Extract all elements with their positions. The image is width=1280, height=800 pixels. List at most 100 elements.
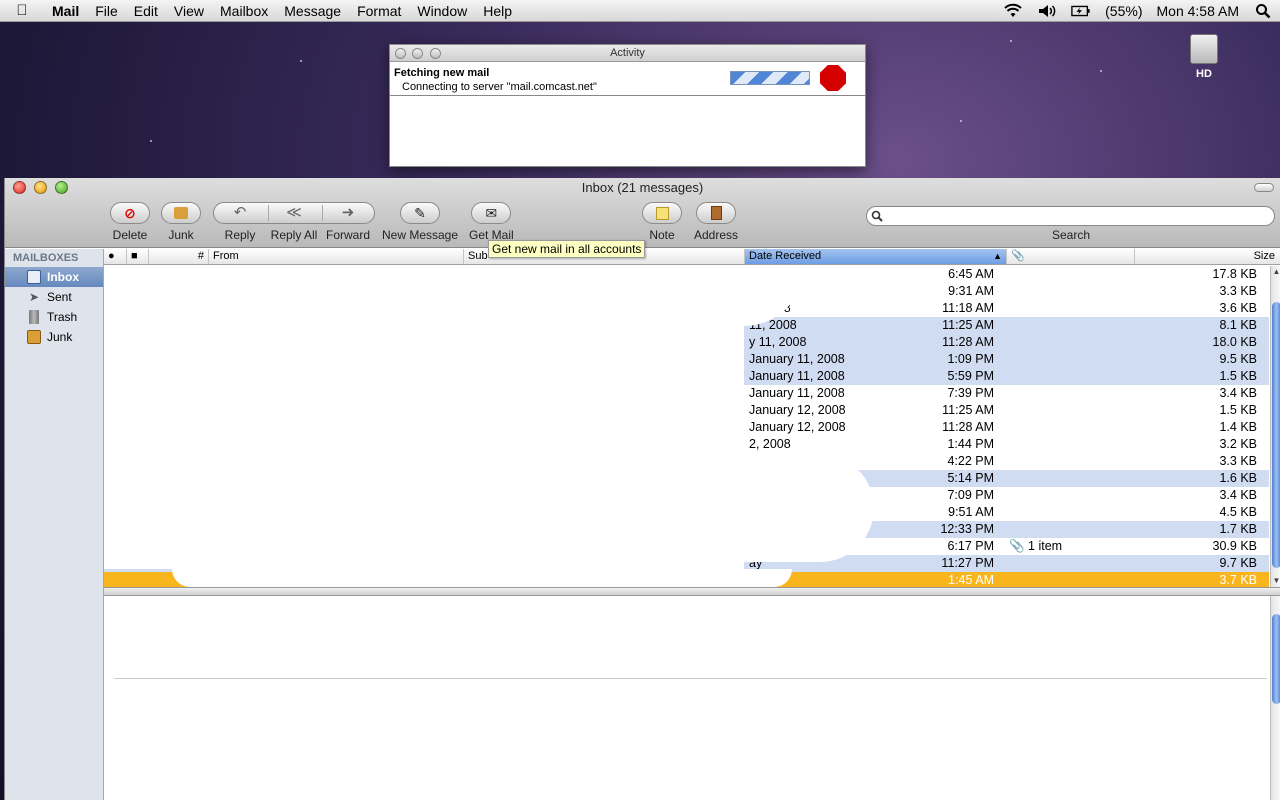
redaction-overlay (104, 266, 744, 569)
activity-divider (390, 95, 865, 96)
column-number[interactable]: # (148, 249, 208, 264)
menu-bar:  Mail File Edit View Mailbox Message Fo… (0, 0, 1280, 22)
activity-task-title: Fetching new mail (394, 67, 490, 79)
envelope-icon: ✉ (485, 204, 498, 221)
scroll-thumb[interactable] (1272, 302, 1280, 568)
stop-icon[interactable] (820, 65, 846, 91)
menu-help[interactable]: Help (475, 0, 520, 22)
search-label: Search (1052, 228, 1091, 242)
reply-button[interactable]: ↶ Reply (213, 202, 267, 242)
activity-minimize-button[interactable] (412, 48, 423, 59)
sidebar-item-label: Junk (47, 330, 73, 344)
activity-close-button[interactable] (395, 48, 406, 59)
sidebar-item-sent[interactable]: ➤ Sent (5, 287, 103, 307)
row-size: 17.8 KB (1212, 267, 1257, 281)
row-time: 7:09 PM (947, 488, 994, 502)
forward-label: Forward (325, 228, 370, 242)
menu-mailbox[interactable]: Mailbox (212, 0, 276, 22)
message-preview (104, 596, 1280, 800)
apple-icon[interactable]:  (0, 2, 44, 19)
preview-scroll-thumb[interactable] (1272, 614, 1280, 704)
toolbar-toggle-button[interactable] (1254, 183, 1274, 192)
junk-button[interactable]: Junk (161, 202, 201, 242)
menu-view[interactable]: View (166, 0, 212, 22)
reply-all-arrow-icon: ≪ (286, 204, 302, 221)
row-time: 11:25 AM (942, 403, 994, 417)
sidebar-item-junk[interactable]: Junk (5, 327, 103, 347)
note-icon (655, 206, 669, 220)
get-mail-tooltip: Get new mail in all accounts (488, 240, 646, 258)
get-mail-button[interactable]: ✉ Get Mail (469, 202, 514, 242)
desktop-star (960, 120, 962, 122)
row-size: 1.4 KB (1219, 420, 1257, 434)
note-label: Note (649, 228, 675, 242)
junk-icon (27, 330, 41, 344)
note-button[interactable]: Note (642, 202, 682, 242)
battery-percent: (55%) (1105, 2, 1143, 19)
row-size: 8.1 KB (1219, 318, 1257, 332)
row-time: 9:31 AM (948, 284, 994, 298)
scroll-down-arrow-icon[interactable]: ▼ (1272, 576, 1280, 586)
activity-titlebar[interactable]: Activity (390, 45, 865, 62)
column-date-received[interactable]: Date Received ▲ (744, 249, 1006, 264)
reply-all-button[interactable]: ≪ Reply All (267, 202, 321, 242)
mail-window: Inbox (21 messages) ⊘ Delete Junk ↶ Repl… (4, 178, 1280, 800)
header-divider (114, 678, 1267, 679)
new-message-button[interactable]: ✎ New Message (382, 202, 458, 242)
column-from[interactable]: From (208, 249, 463, 264)
wifi-icon[interactable] (996, 2, 1030, 19)
row-size: 3.3 KB (1219, 284, 1257, 298)
sidebar-item-trash[interactable]: Trash (5, 307, 103, 327)
row-time: 7:39 PM (947, 386, 994, 400)
delete-icon: ⊘ (124, 204, 136, 221)
row-time: 11:28 AM (942, 335, 994, 349)
hard-drive-icon (1190, 34, 1218, 64)
address-button[interactable]: Address (694, 202, 738, 242)
row-time: 4:22 PM (947, 454, 994, 468)
menu-file[interactable]: File (87, 0, 126, 22)
window-title: Inbox (21 messages) (581, 180, 704, 195)
menu-app-mail[interactable]: Mail (44, 0, 87, 22)
column-attachment[interactable]: 📎 (1006, 249, 1134, 264)
junk-bag-icon (174, 207, 188, 219)
row-time: 6:17 PM (947, 539, 994, 553)
menu-format[interactable]: Format (349, 0, 409, 22)
volume-icon[interactable] (1030, 2, 1064, 19)
menu-edit[interactable]: Edit (126, 0, 166, 22)
activity-zoom-button[interactable] (430, 48, 441, 59)
column-unread[interactable]: ● (104, 249, 126, 264)
search-input[interactable] (889, 209, 1269, 223)
scroll-up-arrow-icon[interactable]: ▲ (1272, 267, 1280, 277)
mailbox-sidebar: MAILBOXES Inbox ➤ Sent Trash Junk (5, 249, 104, 800)
menu-clock[interactable]: Mon 4:58 AM (1150, 3, 1247, 19)
message-list-scrollbar[interactable]: ▲ ▼ (1270, 266, 1280, 587)
mail-toolbar: Inbox (21 messages) ⊘ Delete Junk ↶ Repl… (5, 178, 1280, 258)
spotlight-icon[interactable] (1246, 2, 1280, 19)
battery-icon[interactable] (1064, 2, 1098, 19)
column-date-label: Date Received (749, 250, 822, 262)
row-time: 11:28 AM (942, 420, 994, 434)
paperclip-icon: 📎 (1009, 539, 1029, 553)
sidebar-item-inbox[interactable]: Inbox (5, 267, 103, 287)
delete-button[interactable]: ⊘ Delete (110, 202, 150, 242)
row-size: 1.6 KB (1219, 471, 1257, 485)
new-message-label: New Message (382, 228, 459, 242)
forward-button[interactable]: ➜ Forward (321, 202, 375, 242)
forward-arrow-icon: ➜ (341, 204, 355, 221)
pane-splitter[interactable] (104, 587, 1280, 596)
row-size: 30.9 KB (1212, 539, 1257, 553)
column-size[interactable]: Size (1134, 249, 1280, 264)
desktop-hd-drive[interactable]: HD (1186, 34, 1222, 80)
desktop-star (1010, 40, 1012, 42)
menu-message[interactable]: Message (276, 0, 349, 22)
activity-task-detail: Connecting to server "mail.comcast.net" (402, 81, 597, 93)
paperclip-icon: 📎 (1011, 250, 1025, 262)
row-size: 3.4 KB (1219, 386, 1257, 400)
row-size: 1.7 KB (1219, 522, 1257, 536)
column-flag[interactable]: ■ (126, 249, 148, 264)
reply-arrow-icon: ↶ (233, 204, 247, 221)
menu-window[interactable]: Window (409, 0, 475, 22)
search-field[interactable] (866, 206, 1275, 226)
desktop-star (300, 60, 302, 62)
preview-scrollbar[interactable] (1270, 596, 1280, 800)
